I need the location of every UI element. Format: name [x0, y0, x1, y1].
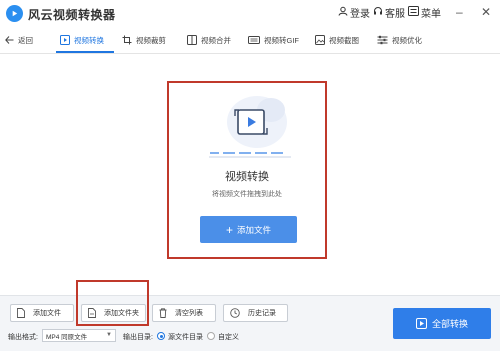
tab-video-crop[interactable]: 视频裁剪 — [122, 26, 166, 54]
plus-icon: + — [225, 222, 233, 237]
source-dir-label: 源文件目录 — [168, 334, 203, 341]
convert-all-button[interactable]: 全部转换 — [393, 308, 491, 339]
video-convert-icon — [60, 35, 70, 45]
drop-zone-hint: 将视频文件拖拽到此处 — [212, 191, 282, 198]
title-bar: 风云视频转换器 登录 客服 菜单 – ✕ — [0, 0, 500, 26]
tab-video-convert[interactable]: 视频转换 — [60, 26, 104, 54]
tab-label: 视频转GIF — [264, 35, 299, 45]
app-logo-icon — [6, 5, 23, 22]
login-label: 登录 — [350, 9, 370, 20]
clear-list-button[interactable]: 清空列表 — [152, 304, 216, 322]
tab-video-merge[interactable]: 视频合并 — [187, 26, 231, 54]
history-label: 历史记录 — [248, 310, 276, 317]
add-file-label: 添加文件 — [33, 310, 61, 317]
output-dir-label: 输出目录: — [123, 334, 153, 341]
drop-zone-title: 视频转换 — [225, 171, 269, 183]
tab-video-to-gif[interactable]: 视频转GIF — [248, 26, 299, 54]
add-file-main-label: 添加文件 — [237, 224, 272, 235]
gif-icon — [248, 35, 260, 45]
history-button[interactable]: 历史记录 — [223, 304, 288, 322]
menu-icon — [408, 6, 419, 19]
add-file-button[interactable]: 添加文件 — [10, 304, 74, 322]
headset-icon — [373, 6, 383, 19]
tab-label: 视频截图 — [329, 35, 359, 45]
tab-label: 视频裁剪 — [136, 35, 166, 45]
custom-dir-label: 自定义 — [218, 334, 239, 341]
tab-label: 视频优化 — [392, 35, 422, 45]
arrow-left-icon — [5, 36, 14, 44]
tab-label: 视频转换 — [74, 35, 104, 45]
menu-button[interactable]: 菜单 — [408, 5, 441, 20]
convert-all-label: 全部转换 — [431, 319, 468, 329]
clear-list-label: 清空列表 — [175, 310, 203, 317]
app-title: 风云视频转换器 — [28, 8, 116, 22]
video-convert-illustration-icon — [205, 92, 295, 160]
add-file-main-button[interactable]: + 添加文件 — [200, 216, 297, 243]
trash-icon — [159, 308, 167, 318]
support-button[interactable]: 客服 — [373, 5, 405, 20]
highlight-annotation — [76, 280, 149, 326]
image-icon — [315, 35, 325, 45]
minimize-button[interactable]: – — [456, 5, 463, 19]
file-icon — [17, 308, 25, 318]
play-icon — [415, 318, 427, 329]
user-icon — [338, 6, 348, 19]
menu-label: 菜单 — [421, 9, 441, 20]
radio-source-dir[interactable] — [157, 332, 165, 340]
back-button[interactable]: 返回 — [5, 26, 33, 54]
sliders-icon — [377, 35, 388, 45]
output-format-value: MP4 同原文件 — [46, 333, 88, 341]
active-tab-indicator — [56, 51, 114, 53]
radio-custom-dir[interactable] — [207, 332, 215, 340]
tab-video-optimize[interactable]: 视频优化 — [377, 26, 422, 54]
tab-video-screenshot[interactable]: 视频截图 — [315, 26, 359, 54]
merge-icon — [187, 35, 197, 45]
support-label: 客服 — [385, 9, 405, 20]
tab-label: 视频合并 — [201, 35, 231, 45]
top-nav: 返回 视频转换 视频裁剪 视频合并 视频转GIF 视频截图 视频优化 — [0, 26, 500, 54]
clock-icon — [230, 308, 240, 318]
close-button[interactable]: ✕ — [481, 5, 491, 19]
chevron-down-icon: ▼ — [106, 332, 112, 338]
crop-icon — [122, 35, 132, 45]
back-label: 返回 — [18, 35, 33, 45]
login-button[interactable]: 登录 — [338, 5, 370, 20]
output-format-select[interactable]: MP4 同原文件 ▼ — [42, 329, 116, 342]
output-format-label: 输出格式: — [8, 334, 38, 341]
